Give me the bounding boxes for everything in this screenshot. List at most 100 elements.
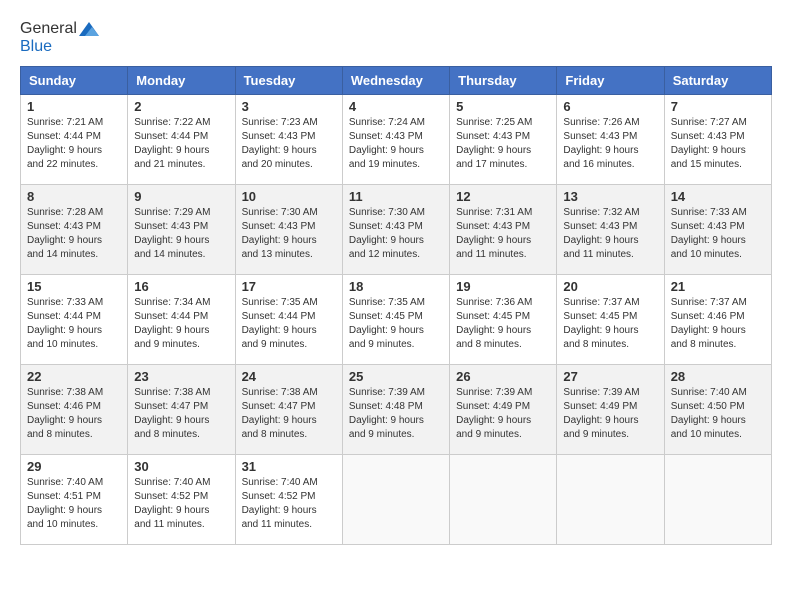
table-row: 5 Sunrise: 7:25 AMSunset: 4:43 PMDayligh…	[450, 95, 557, 185]
table-row: 2 Sunrise: 7:22 AMSunset: 4:44 PMDayligh…	[128, 95, 235, 185]
day-info: Sunrise: 7:35 AMSunset: 4:44 PMDaylight:…	[242, 297, 318, 350]
day-info: Sunrise: 7:30 AMSunset: 4:43 PMDaylight:…	[242, 207, 318, 260]
calendar-week-row: 8 Sunrise: 7:28 AMSunset: 4:43 PMDayligh…	[21, 185, 772, 275]
table-row: 12 Sunrise: 7:31 AMSunset: 4:43 PMDaylig…	[450, 185, 557, 275]
day-info: Sunrise: 7:38 AMSunset: 4:46 PMDaylight:…	[27, 387, 103, 440]
day-number: 25	[349, 369, 443, 384]
table-row: 30 Sunrise: 7:40 AMSunset: 4:52 PMDaylig…	[128, 455, 235, 545]
day-number: 22	[27, 369, 121, 384]
logo-icon	[79, 22, 99, 36]
day-info: Sunrise: 7:40 AMSunset: 4:52 PMDaylight:…	[134, 477, 210, 530]
day-number: 12	[456, 189, 550, 204]
day-number: 28	[671, 369, 765, 384]
table-row: 6 Sunrise: 7:26 AMSunset: 4:43 PMDayligh…	[557, 95, 664, 185]
day-info: Sunrise: 7:39 AMSunset: 4:49 PMDaylight:…	[563, 387, 639, 440]
day-number: 4	[349, 99, 443, 114]
calendar-header-row: Sunday Monday Tuesday Wednesday Thursday…	[21, 67, 772, 95]
day-info: Sunrise: 7:23 AMSunset: 4:43 PMDaylight:…	[242, 117, 318, 170]
header: General Blue	[20, 20, 772, 56]
table-row: 15 Sunrise: 7:33 AMSunset: 4:44 PMDaylig…	[21, 275, 128, 365]
day-info: Sunrise: 7:39 AMSunset: 4:49 PMDaylight:…	[456, 387, 532, 440]
day-info: Sunrise: 7:22 AMSunset: 4:44 PMDaylight:…	[134, 117, 210, 170]
day-number: 14	[671, 189, 765, 204]
day-info: Sunrise: 7:33 AMSunset: 4:43 PMDaylight:…	[671, 207, 747, 260]
calendar-week-row: 22 Sunrise: 7:38 AMSunset: 4:46 PMDaylig…	[21, 365, 772, 455]
day-number: 20	[563, 279, 657, 294]
day-number: 5	[456, 99, 550, 114]
table-row: 14 Sunrise: 7:33 AMSunset: 4:43 PMDaylig…	[664, 185, 771, 275]
day-info: Sunrise: 7:25 AMSunset: 4:43 PMDaylight:…	[456, 117, 532, 170]
table-row: 26 Sunrise: 7:39 AMSunset: 4:49 PMDaylig…	[450, 365, 557, 455]
col-monday: Monday	[128, 67, 235, 95]
day-number: 24	[242, 369, 336, 384]
table-row	[342, 455, 449, 545]
table-row: 3 Sunrise: 7:23 AMSunset: 4:43 PMDayligh…	[235, 95, 342, 185]
table-row: 1 Sunrise: 7:21 AMSunset: 4:44 PMDayligh…	[21, 95, 128, 185]
col-tuesday: Tuesday	[235, 67, 342, 95]
day-number: 29	[27, 459, 121, 474]
day-info: Sunrise: 7:26 AMSunset: 4:43 PMDaylight:…	[563, 117, 639, 170]
col-sunday: Sunday	[21, 67, 128, 95]
table-row: 29 Sunrise: 7:40 AMSunset: 4:51 PMDaylig…	[21, 455, 128, 545]
table-row	[664, 455, 771, 545]
calendar-week-row: 1 Sunrise: 7:21 AMSunset: 4:44 PMDayligh…	[21, 95, 772, 185]
day-info: Sunrise: 7:29 AMSunset: 4:43 PMDaylight:…	[134, 207, 210, 260]
day-number: 13	[563, 189, 657, 204]
day-info: Sunrise: 7:40 AMSunset: 4:52 PMDaylight:…	[242, 477, 318, 530]
day-number: 9	[134, 189, 228, 204]
calendar: Sunday Monday Tuesday Wednesday Thursday…	[20, 66, 772, 545]
day-number: 2	[134, 99, 228, 114]
day-number: 1	[27, 99, 121, 114]
day-number: 16	[134, 279, 228, 294]
table-row	[557, 455, 664, 545]
day-info: Sunrise: 7:38 AMSunset: 4:47 PMDaylight:…	[134, 387, 210, 440]
day-number: 23	[134, 369, 228, 384]
table-row	[450, 455, 557, 545]
day-info: Sunrise: 7:30 AMSunset: 4:43 PMDaylight:…	[349, 207, 425, 260]
calendar-week-row: 15 Sunrise: 7:33 AMSunset: 4:44 PMDaylig…	[21, 275, 772, 365]
day-info: Sunrise: 7:32 AMSunset: 4:43 PMDaylight:…	[563, 207, 639, 260]
day-number: 15	[27, 279, 121, 294]
day-info: Sunrise: 7:24 AMSunset: 4:43 PMDaylight:…	[349, 117, 425, 170]
day-number: 18	[349, 279, 443, 294]
table-row: 4 Sunrise: 7:24 AMSunset: 4:43 PMDayligh…	[342, 95, 449, 185]
page: General Blue Sunday Monday Tuesday Wedne…	[0, 0, 792, 555]
day-number: 31	[242, 459, 336, 474]
day-info: Sunrise: 7:40 AMSunset: 4:50 PMDaylight:…	[671, 387, 747, 440]
day-number: 10	[242, 189, 336, 204]
table-row: 28 Sunrise: 7:40 AMSunset: 4:50 PMDaylig…	[664, 365, 771, 455]
day-number: 3	[242, 99, 336, 114]
col-thursday: Thursday	[450, 67, 557, 95]
day-info: Sunrise: 7:31 AMSunset: 4:43 PMDaylight:…	[456, 207, 532, 260]
day-number: 19	[456, 279, 550, 294]
day-info: Sunrise: 7:21 AMSunset: 4:44 PMDaylight:…	[27, 117, 103, 170]
day-number: 30	[134, 459, 228, 474]
table-row: 31 Sunrise: 7:40 AMSunset: 4:52 PMDaylig…	[235, 455, 342, 545]
day-info: Sunrise: 7:35 AMSunset: 4:45 PMDaylight:…	[349, 297, 425, 350]
day-info: Sunrise: 7:38 AMSunset: 4:47 PMDaylight:…	[242, 387, 318, 440]
logo-blue-text: Blue	[20, 38, 52, 56]
table-row: 21 Sunrise: 7:37 AMSunset: 4:46 PMDaylig…	[664, 275, 771, 365]
table-row: 18 Sunrise: 7:35 AMSunset: 4:45 PMDaylig…	[342, 275, 449, 365]
day-number: 6	[563, 99, 657, 114]
table-row: 25 Sunrise: 7:39 AMSunset: 4:48 PMDaylig…	[342, 365, 449, 455]
calendar-week-row: 29 Sunrise: 7:40 AMSunset: 4:51 PMDaylig…	[21, 455, 772, 545]
day-info: Sunrise: 7:39 AMSunset: 4:48 PMDaylight:…	[349, 387, 425, 440]
col-friday: Friday	[557, 67, 664, 95]
table-row: 24 Sunrise: 7:38 AMSunset: 4:47 PMDaylig…	[235, 365, 342, 455]
table-row: 20 Sunrise: 7:37 AMSunset: 4:45 PMDaylig…	[557, 275, 664, 365]
table-row: 13 Sunrise: 7:32 AMSunset: 4:43 PMDaylig…	[557, 185, 664, 275]
day-number: 21	[671, 279, 765, 294]
table-row: 17 Sunrise: 7:35 AMSunset: 4:44 PMDaylig…	[235, 275, 342, 365]
day-info: Sunrise: 7:40 AMSunset: 4:51 PMDaylight:…	[27, 477, 103, 530]
logo: General Blue	[20, 20, 99, 56]
table-row: 27 Sunrise: 7:39 AMSunset: 4:49 PMDaylig…	[557, 365, 664, 455]
table-row: 10 Sunrise: 7:30 AMSunset: 4:43 PMDaylig…	[235, 185, 342, 275]
day-info: Sunrise: 7:27 AMSunset: 4:43 PMDaylight:…	[671, 117, 747, 170]
day-info: Sunrise: 7:37 AMSunset: 4:45 PMDaylight:…	[563, 297, 639, 350]
table-row: 23 Sunrise: 7:38 AMSunset: 4:47 PMDaylig…	[128, 365, 235, 455]
day-info: Sunrise: 7:37 AMSunset: 4:46 PMDaylight:…	[671, 297, 747, 350]
day-info: Sunrise: 7:28 AMSunset: 4:43 PMDaylight:…	[27, 207, 103, 260]
table-row: 16 Sunrise: 7:34 AMSunset: 4:44 PMDaylig…	[128, 275, 235, 365]
day-info: Sunrise: 7:34 AMSunset: 4:44 PMDaylight:…	[134, 297, 210, 350]
